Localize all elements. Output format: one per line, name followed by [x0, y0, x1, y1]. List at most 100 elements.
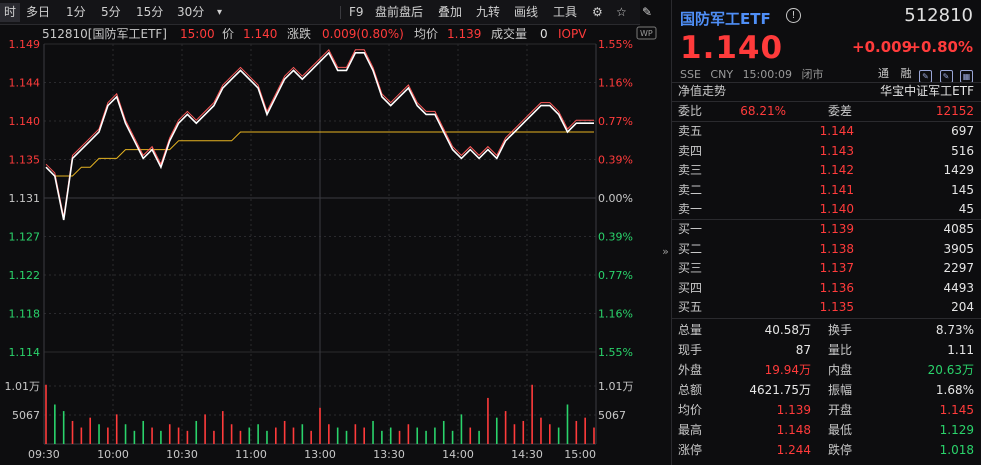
volume-bar	[381, 430, 383, 444]
volume-bar	[310, 430, 312, 444]
nav-row[interactable]: 净值走势 华宝中证军工ETF	[678, 82, 974, 101]
weibi-label: 委比	[678, 104, 703, 118]
ask-row[interactable]: 卖三 1.142 1429	[678, 161, 974, 180]
ask-label: 卖四	[678, 143, 703, 158]
price-tick-label: 1.114	[9, 346, 41, 359]
ask-row[interactable]: 卖二 1.141 145	[678, 181, 974, 200]
volume-bar	[442, 420, 445, 444]
nav-trend-link[interactable]: 净值走势	[678, 82, 726, 101]
intraday-chart[interactable]: 512810[国防军工ETF] 15:00 价 1.140 涨跌 0.009(0…	[0, 25, 660, 465]
bid-row[interactable]: 买二 1.138 3905	[678, 240, 974, 259]
ask-volume: 516	[951, 143, 974, 158]
volume-bar	[266, 430, 268, 444]
tab-30min[interactable]: 30分	[173, 3, 208, 22]
time-tick-label: 09:30	[28, 448, 60, 461]
volume-bar	[142, 420, 145, 444]
ask-row[interactable]: 卖一 1.140 45	[678, 200, 974, 219]
chart-iopv-label: IOPV	[558, 27, 587, 41]
price-tick-label: 1.118	[9, 308, 41, 321]
bid-row[interactable]: 买五 1.135 204	[678, 298, 974, 317]
bid-volume: 2297	[943, 261, 974, 275]
volume-bar	[513, 424, 516, 444]
stat-value: 4621.75万	[749, 383, 811, 397]
stat-row: 现手 87 量比 1.11	[678, 341, 974, 360]
ask-volume: 145	[951, 182, 974, 197]
period-dropdown-icon[interactable]: ▾	[213, 3, 226, 22]
price-change-pct: +0.80%	[908, 38, 973, 56]
volume-bar	[98, 424, 100, 444]
volume-bar	[575, 420, 578, 444]
divider	[672, 318, 981, 319]
market-status: 闭市	[801, 68, 824, 81]
info-icon[interactable]: !	[786, 8, 801, 23]
quote-panel: 国防军工ETF ! 512810 1.140 +0.009 +0.80% SSE…	[671, 0, 981, 465]
volume-bar	[557, 427, 560, 444]
tab-multi-day[interactable]: 多日	[22, 3, 54, 22]
weibi-value: 68.21%	[740, 104, 786, 118]
stat-value: 1.148	[776, 423, 811, 437]
time-tick-label: 13:00	[304, 448, 336, 461]
volume-bar	[124, 424, 127, 444]
volume-bar	[566, 404, 569, 444]
tab-5min[interactable]: 5分	[97, 3, 125, 22]
settings-icon[interactable]: ⚙	[588, 3, 607, 22]
volume-bar	[213, 430, 215, 444]
bid-label: 买二	[678, 241, 703, 256]
volume-tick-label: 1.01万	[598, 380, 634, 393]
chart-svg: 512810[国防军工ETF] 15:00 价 1.140 涨跌 0.009(0…	[5, 26, 657, 461]
pct-tick-label: 1.55%	[598, 346, 633, 359]
pct-tick-label: 0.39%	[598, 154, 633, 167]
volume-tick-label: 5067	[598, 409, 626, 422]
bid-row[interactable]: 买三 1.137 2297	[678, 259, 974, 278]
tab-intraday[interactable]: 时	[0, 3, 21, 22]
tab-1min[interactable]: 1分	[62, 3, 90, 22]
pct-tick-label: 1.16%	[598, 308, 633, 321]
currency-label: CNY	[710, 68, 734, 81]
ask-row[interactable]: 卖四 1.143 516	[678, 142, 974, 161]
volume-bar	[168, 424, 171, 444]
bid-row[interactable]: 买一 1.139 4085	[678, 220, 974, 239]
pct-tick-label: 1.16%	[598, 77, 633, 90]
tools-button[interactable]: 工具	[549, 3, 581, 22]
edit-icon[interactable]: ✎	[638, 3, 656, 22]
collapse-panel-icon[interactable]: »	[660, 240, 671, 264]
bid-price: 1.136	[819, 280, 854, 295]
volume-bar	[389, 427, 392, 444]
tab-15min[interactable]: 15分	[132, 3, 167, 22]
pct-tick-label: 0.39%	[598, 231, 633, 244]
volume-bar	[416, 427, 419, 444]
stat-value: 1.139	[776, 403, 811, 417]
draw-line-button[interactable]: 画线	[510, 3, 542, 22]
bid-price: 1.138	[819, 241, 854, 256]
wp-badge-icon[interactable]: WP	[640, 29, 653, 38]
volume-bar	[80, 427, 83, 444]
f9-button[interactable]: F9	[345, 3, 368, 22]
price-tick-label: 1.122	[9, 269, 41, 282]
favorite-icon[interactable]: ☆	[612, 3, 631, 22]
stat-row: 最高 1.148 最低 1.129	[678, 421, 974, 440]
stat-value: 1.244	[776, 443, 811, 457]
ask-volume: 697	[951, 124, 974, 138]
volume-tick-label: 1.01万	[5, 380, 41, 393]
volume-bar	[45, 384, 47, 444]
volume-bar	[372, 420, 374, 444]
nine-turn-button[interactable]: 九转	[472, 3, 504, 22]
stat-label: 量比	[828, 343, 853, 357]
ask-row[interactable]: 卖五 1.144 697	[678, 122, 974, 141]
stat-value: 1.11	[947, 343, 974, 357]
pre-post-market-button[interactable]: 盘前盘后	[371, 3, 427, 22]
volume-bar	[107, 427, 109, 444]
stat-label: 跌停	[828, 443, 853, 457]
toolbar-divider	[340, 6, 341, 19]
bid-label: 买三	[678, 261, 703, 275]
chart-security-title: 512810[国防军工ETF]	[42, 26, 167, 41]
overlay-button[interactable]: 叠加	[434, 3, 466, 22]
volume-bar	[275, 427, 277, 444]
stat-label: 开盘	[828, 403, 853, 417]
exchange-label: SSE	[680, 68, 701, 81]
volume-bar	[204, 414, 206, 444]
ask-price: 1.144	[819, 124, 854, 138]
bid-row[interactable]: 买四 1.136 4493	[678, 279, 974, 298]
stat-label: 内盘	[828, 363, 853, 377]
quote-meta: SSE CNY 15:00:09 闭市	[680, 66, 829, 82]
